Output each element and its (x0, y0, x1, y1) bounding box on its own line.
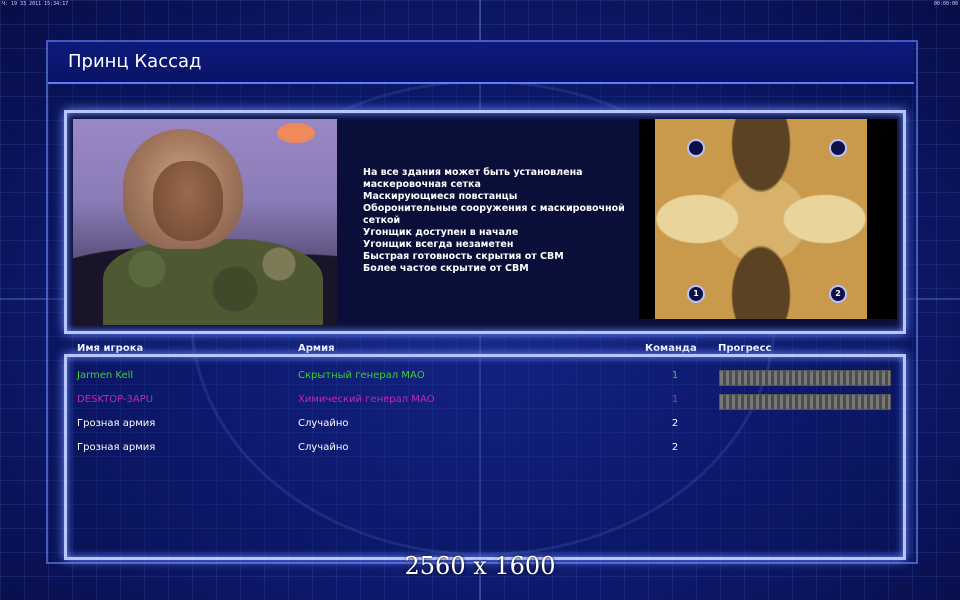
portrait-face (153, 161, 223, 241)
player-team: 2 (671, 442, 679, 453)
player-name: DESKTOP-3APU (77, 394, 154, 405)
general-traits-list: На все здания может быть установлена мас… (363, 167, 643, 275)
trait-item: Быстрая готовность скрытия от СВМ (363, 251, 564, 262)
player-team: 2 (671, 418, 679, 429)
progress-bar (719, 370, 891, 386)
player-row: DESKTOP-3APU Химический генерал МАО 1 (67, 390, 903, 410)
header-team: Команда (645, 343, 697, 354)
header-player-name: Имя игрока (77, 343, 144, 354)
resolution-overlay: 2560 x 1600 (404, 552, 556, 580)
trait-item: маскеровочная сетка (363, 179, 481, 190)
progress-fill (720, 395, 890, 409)
player-name: Грозная армия (77, 442, 156, 453)
player-army: Химический генерал МАО (298, 394, 435, 405)
status-left: Ч: 19 33 2011 15:34:17 (2, 1, 69, 7)
player-row: Jarmen Kell Скрытный генерал МАО 1 (67, 366, 903, 386)
spawn-marker-empty (829, 139, 847, 157)
status-right: 00:00:00 (933, 1, 958, 7)
players-table: Jarmen Kell Скрытный генерал МАО 1 DESKT… (64, 354, 906, 560)
spawn-marker-empty (687, 139, 705, 157)
sun-shape (277, 123, 315, 143)
map-preview: 1 2 (639, 119, 897, 319)
trait-item: Более частое скрытие от СВМ (363, 263, 529, 274)
player-team: 1 (671, 394, 679, 405)
player-team: 1 (671, 370, 679, 381)
progress-bar (719, 394, 891, 410)
trait-item: На все здания может быть установлена (363, 167, 583, 178)
player-row: Грозная армия Случайно 2 (67, 414, 903, 434)
trait-item: Оборонительные сооружения с маскировочно… (363, 203, 625, 214)
general-portrait (73, 119, 337, 325)
player-name: Jarmen Kell (77, 370, 134, 381)
trait-item: Маскирующиеся повстанцы (363, 191, 518, 202)
trait-item: Угонщик всегда незаметен (363, 239, 514, 250)
general-info-panel: На все здания может быть установлена мас… (64, 110, 906, 334)
trait-item: Угонщик доступен в начале (363, 227, 519, 238)
title-bar: Принц Кассад (48, 42, 914, 84)
progress-fill (720, 371, 890, 385)
player-army: Случайно (298, 442, 349, 453)
player-row: Грозная армия Случайно 2 (67, 438, 903, 458)
general-name-title: Принц Кассад (68, 51, 202, 72)
player-army: Скрытный генерал МАО (298, 370, 425, 381)
header-progress: Прогресс (718, 343, 772, 354)
spawn-marker-2: 2 (829, 285, 847, 303)
player-army: Случайно (298, 418, 349, 429)
portrait-body (103, 239, 323, 325)
spawn-marker-1: 1 (687, 285, 705, 303)
header-army: Армия (298, 343, 335, 354)
player-name: Грозная армия (77, 418, 156, 429)
trait-item: сеткой (363, 215, 401, 226)
